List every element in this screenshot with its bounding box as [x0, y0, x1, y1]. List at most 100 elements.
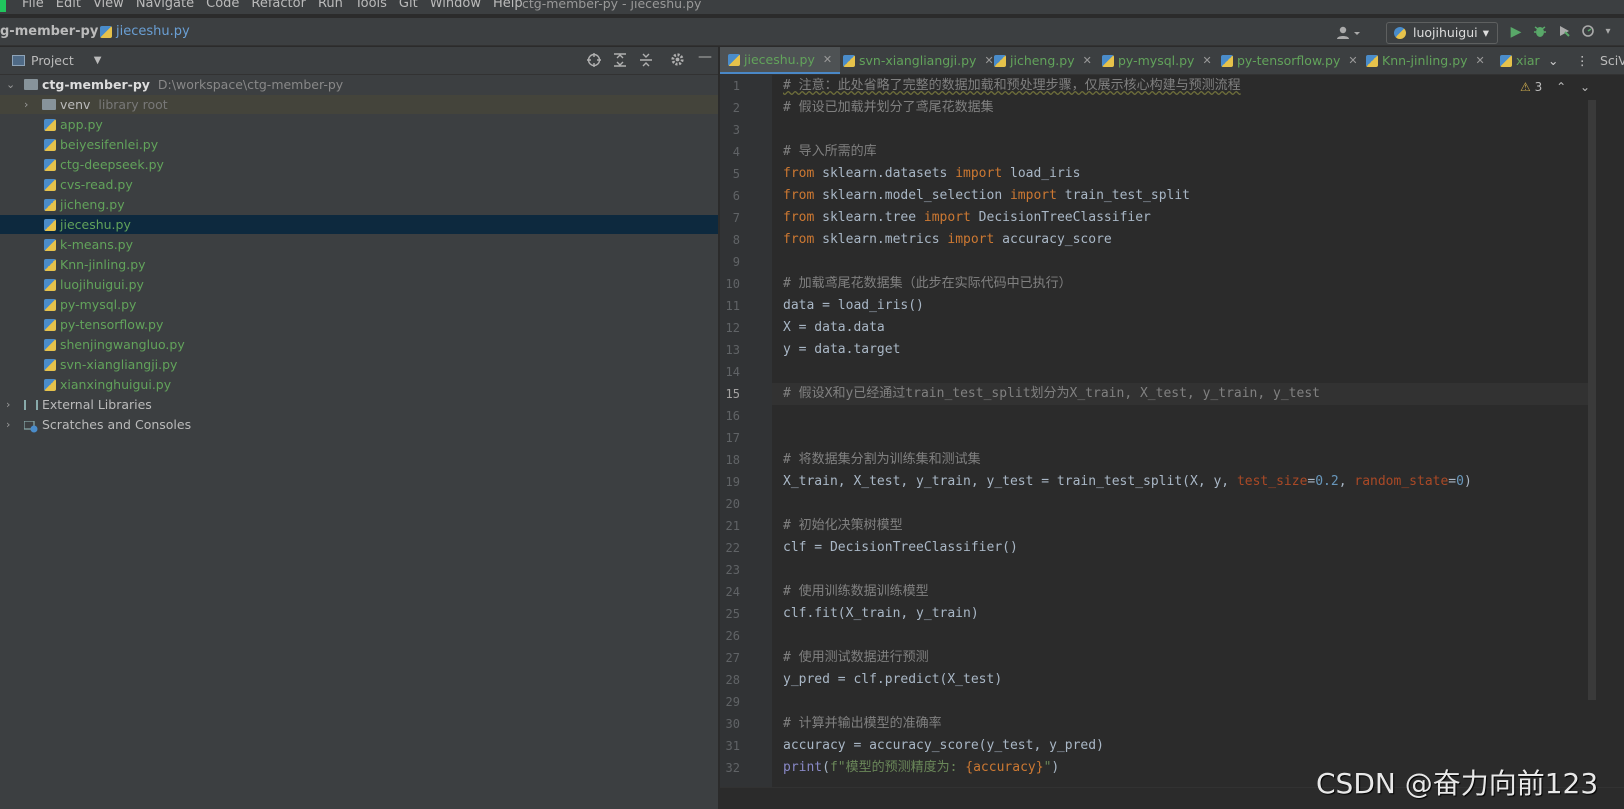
run-configuration-select[interactable]: luojihuigui ▾	[1386, 22, 1498, 44]
tab-svn-xiangliangji[interactable]: svn-xiangliangji.py ✕	[837, 47, 1000, 74]
code-line: # 注意：此处省略了完整的数据加载和预处理步骤，仅展示核心构建与预测流程	[772, 75, 1594, 97]
menu-git[interactable]: Git	[399, 0, 418, 13]
run-icon[interactable]: ▶	[1508, 24, 1524, 40]
project-panel-header: Project ▼ —	[0, 47, 718, 75]
project-view-selector[interactable]: Project ▼	[12, 53, 101, 68]
project-title: Project	[31, 53, 74, 68]
code-line: accuracy = accuracy_score(y_test, y_pred…	[783, 738, 1104, 753]
python-file-icon	[100, 25, 112, 38]
tab-label: svn-xiangliangji.py	[859, 53, 977, 68]
file-label: Knn-jinling.py	[60, 257, 146, 272]
code-editor[interactable]: # 注意：此处省略了完整的数据加载和预处理步骤，仅展示核心构建与预测流程 # 假…	[772, 75, 1594, 809]
close-icon[interactable]: ✕	[1083, 47, 1092, 74]
tab-jicheng[interactable]: jicheng.py ✕	[988, 47, 1098, 74]
code-line: clf = DecisionTreeClassifier()	[783, 540, 1018, 555]
menu-file[interactable]: File	[22, 0, 44, 13]
tab-label: py-tensorflow.py	[1237, 53, 1341, 68]
line-number: 7	[732, 211, 740, 225]
editor-scrollbar[interactable]	[1588, 100, 1596, 700]
file-label: py-mysql.py	[60, 297, 137, 312]
tree-file[interactable]: k-means.py	[0, 235, 718, 254]
tree-file[interactable]: luojihuigui.py	[0, 275, 718, 294]
tree-file[interactable]: shenjingwangluo.py	[0, 335, 718, 354]
menu-refactor[interactable]: Refactor	[251, 0, 306, 13]
line-number: 28	[725, 673, 740, 687]
menu-tools[interactable]: Tools	[355, 0, 387, 13]
file-label: k-means.py	[60, 237, 134, 252]
line-number: 15	[725, 387, 740, 401]
tree-venv[interactable]: › venv library root	[0, 95, 718, 114]
line-number: 20	[725, 497, 740, 511]
project-icon	[12, 55, 25, 66]
more-vertical-icon[interactable]: ⋮	[1576, 47, 1589, 74]
tree-file[interactable]: ctg-deepseek.py	[0, 155, 718, 174]
tab-label: Knn-jinling.py	[1382, 53, 1468, 68]
python-file-icon	[44, 279, 56, 291]
breadcrumb-project[interactable]: g-member-py	[0, 24, 98, 39]
tabs-overflow-chevron-icon[interactable]: ⌄	[1548, 47, 1558, 74]
chevron-down-icon[interactable]: ⌄	[1580, 80, 1590, 94]
tree-external-libraries[interactable]: › External Libraries	[0, 395, 718, 414]
tree-file[interactable]: cvs-read.py	[0, 175, 718, 194]
menu-window[interactable]: Window	[430, 0, 481, 13]
expand-all-icon[interactable]	[612, 52, 628, 72]
line-number: 24	[725, 585, 740, 599]
menu-edit[interactable]: Edit	[56, 0, 81, 13]
venv-note: library root	[98, 97, 168, 112]
profile-icon[interactable]	[1580, 24, 1596, 40]
code-line: # 加载鸢尾花数据集（此步在实际代码中已执行）	[783, 276, 1072, 291]
collapse-all-icon[interactable]	[638, 52, 654, 72]
tree-file[interactable]: jicheng.py	[0, 195, 718, 214]
tab-py-mysql[interactable]: py-mysql.py ✕	[1096, 47, 1218, 74]
tree-file[interactable]: xianxinghuigui.py	[0, 375, 718, 394]
code-line: # 初始化决策树模型	[783, 518, 903, 533]
tree-file[interactable]: Knn-jinling.py	[0, 255, 718, 274]
locate-icon[interactable]	[586, 52, 602, 72]
file-label: py-tensorflow.py	[60, 317, 164, 332]
code-line: # 导入所需的库	[772, 141, 1594, 163]
tree-file[interactable]: py-mysql.py	[0, 295, 718, 314]
debug-icon[interactable]	[1532, 24, 1548, 40]
chevron-up-icon[interactable]: ⌃	[1556, 80, 1566, 94]
user-icon[interactable]	[1336, 25, 1366, 41]
close-icon[interactable]: ✕	[1476, 47, 1485, 74]
gear-icon[interactable]	[670, 52, 685, 71]
project-tree: ⌄ ctg-member-py D:\workspace\ctg-member-…	[0, 75, 718, 809]
code-line: # 假设已加载并划分了鸢尾花数据集	[772, 97, 1594, 119]
tree-scratches[interactable]: › Scratches and Consoles	[0, 415, 718, 434]
close-icon[interactable]: ✕	[1202, 47, 1211, 74]
line-number: 1	[732, 79, 740, 93]
breadcrumb-file[interactable]: jieceshu.py	[100, 24, 190, 39]
tree-file-selected[interactable]: jieceshu.py	[0, 215, 718, 234]
menu-view[interactable]: View	[93, 0, 124, 13]
tree-file[interactable]: py-tensorflow.py	[0, 315, 718, 334]
python-file-icon	[44, 359, 56, 371]
close-icon[interactable]: ✕	[823, 47, 832, 74]
menu-run[interactable]: Run	[318, 0, 343, 13]
hide-panel-icon[interactable]: —	[698, 49, 712, 65]
tree-root[interactable]: ⌄ ctg-member-py D:\workspace\ctg-member-…	[0, 75, 718, 94]
line-number: 17	[725, 431, 740, 445]
menu-navigate[interactable]: Navigate	[136, 0, 194, 13]
code-line: clf.fit(X_train, y_train)	[783, 606, 979, 621]
tree-file[interactable]: svn-xiangliangji.py	[0, 355, 718, 374]
menu-help[interactable]: Help	[493, 0, 523, 13]
sciview-tool-tab[interactable]: SciV	[1600, 47, 1624, 74]
tab-jieceshu[interactable]: jieceshu.py ✕	[720, 47, 841, 74]
more-run-chevron-icon[interactable]: ▾	[1600, 24, 1616, 40]
code-line: from sklearn.metrics import accuracy_sco…	[783, 232, 1112, 247]
tab-label: jicheng.py	[1010, 53, 1075, 68]
tab-label: xiar	[1516, 53, 1540, 68]
comment: # 注意：此处省略了完整的数据加载和预处理步骤，仅展示核心构建与预测流程	[783, 78, 1241, 93]
tab-py-tensorflow[interactable]: py-tensorflow.py ✕	[1215, 47, 1364, 74]
tree-file[interactable]: beiyesifenlei.py	[0, 135, 718, 154]
inspection-widget[interactable]: ⚠ 3 ⌃ ⌄	[1520, 80, 1590, 94]
menu-code[interactable]: Code	[206, 0, 239, 13]
tab-knn-jinling[interactable]: Knn-jinling.py ✕	[1360, 47, 1491, 74]
tab-xianxinghuigui[interactable]: xiar	[1494, 47, 1546, 74]
coverage-icon[interactable]	[1556, 24, 1572, 40]
line-number: 22	[725, 541, 740, 555]
code-line: # 计算并输出模型的准确率	[783, 716, 942, 731]
tree-file[interactable]: app.py	[0, 115, 718, 134]
close-icon[interactable]: ✕	[1348, 47, 1357, 74]
